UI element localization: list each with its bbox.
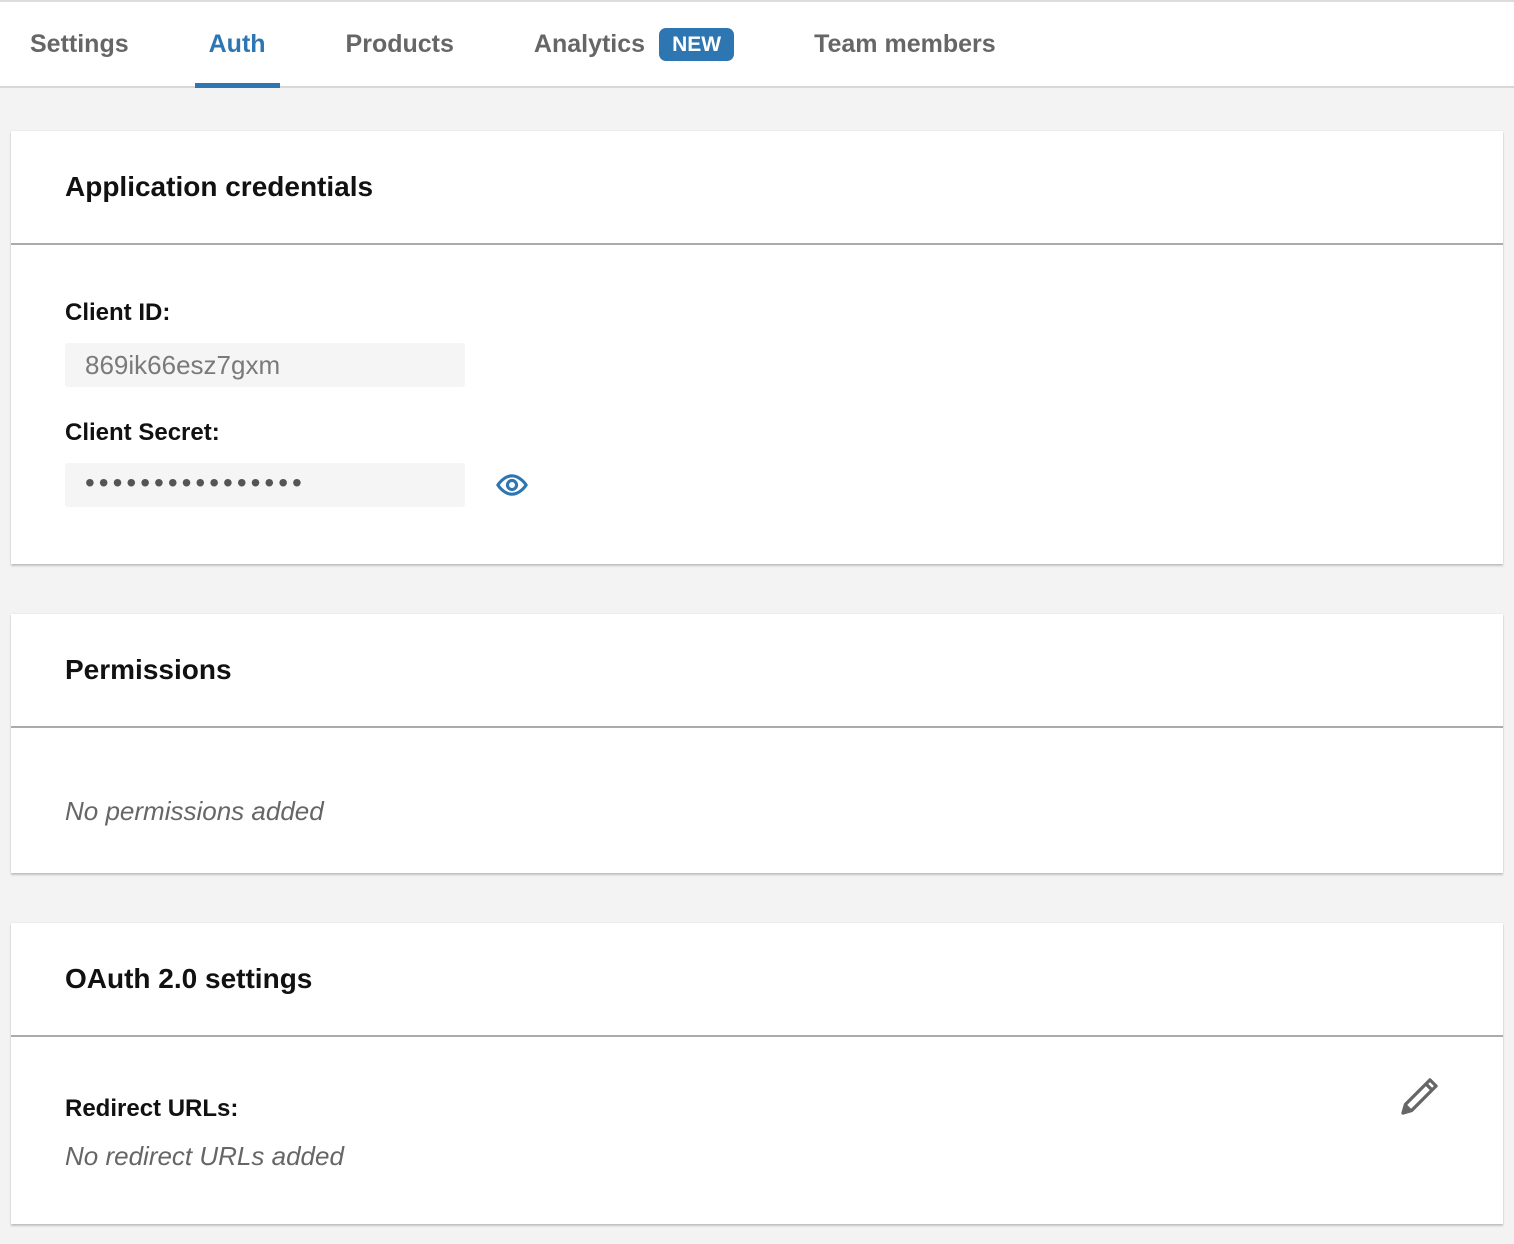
application-credentials-body: Client ID: 869ik66esz7gxm Client Secret:…: [11, 245, 1503, 564]
client-id-value: 869ik66esz7gxm: [85, 350, 280, 381]
client-id-field[interactable]: 869ik66esz7gxm: [65, 343, 465, 387]
tab-settings[interactable]: Settings: [16, 2, 143, 86]
application-credentials-title: Application credentials: [65, 171, 373, 203]
tab-analytics[interactable]: Analytics NEW: [520, 2, 748, 86]
client-secret-masked-value: ••••••••••••••••: [85, 467, 306, 499]
redirect-urls-empty-text: No redirect URLs added: [65, 1141, 1449, 1172]
client-secret-row: ••••••••••••••••: [65, 463, 1449, 507]
permissions-empty-text: No permissions added: [65, 796, 1449, 827]
reveal-secret-button[interactable]: [495, 468, 529, 502]
tab-settings-label: Settings: [30, 30, 129, 59]
oauth-settings-body: Redirect URLs: No redirect URLs added: [11, 1037, 1503, 1224]
permissions-card: Permissions No permissions added: [11, 614, 1503, 873]
application-credentials-header: Application credentials: [11, 131, 1503, 245]
tab-products[interactable]: Products: [332, 2, 468, 86]
permissions-body: No permissions added: [11, 728, 1503, 873]
tab-bar: Settings Auth Products Analytics NEW Tea…: [0, 0, 1514, 88]
oauth-settings-card: OAuth 2.0 settings Redirect URLs: No red…: [11, 923, 1503, 1224]
oauth-settings-header: OAuth 2.0 settings: [11, 923, 1503, 1037]
pencil-icon: [1397, 1073, 1443, 1119]
client-secret-field[interactable]: ••••••••••••••••: [65, 463, 465, 507]
new-badge: NEW: [659, 28, 734, 61]
tab-products-label: Products: [346, 30, 454, 59]
edit-redirect-urls-button[interactable]: [1397, 1073, 1443, 1119]
tab-auth[interactable]: Auth: [195, 2, 280, 86]
permissions-title: Permissions: [65, 654, 232, 686]
client-secret-label: Client Secret:: [65, 419, 1449, 447]
oauth-settings-title: OAuth 2.0 settings: [65, 963, 312, 995]
application-credentials-card: Application credentials Client ID: 869ik…: [11, 131, 1503, 564]
tab-team-members-label: Team members: [814, 30, 996, 59]
client-id-label: Client ID:: [65, 299, 1449, 327]
tab-auth-label: Auth: [209, 30, 266, 59]
auth-settings-page: Application credentials Client ID: 869ik…: [0, 88, 1514, 1224]
tab-team-members[interactable]: Team members: [800, 2, 1010, 86]
tab-analytics-label: Analytics: [534, 30, 645, 59]
permissions-header: Permissions: [11, 614, 1503, 728]
eye-icon: [495, 468, 529, 502]
redirect-urls-label: Redirect URLs:: [65, 1095, 1449, 1123]
